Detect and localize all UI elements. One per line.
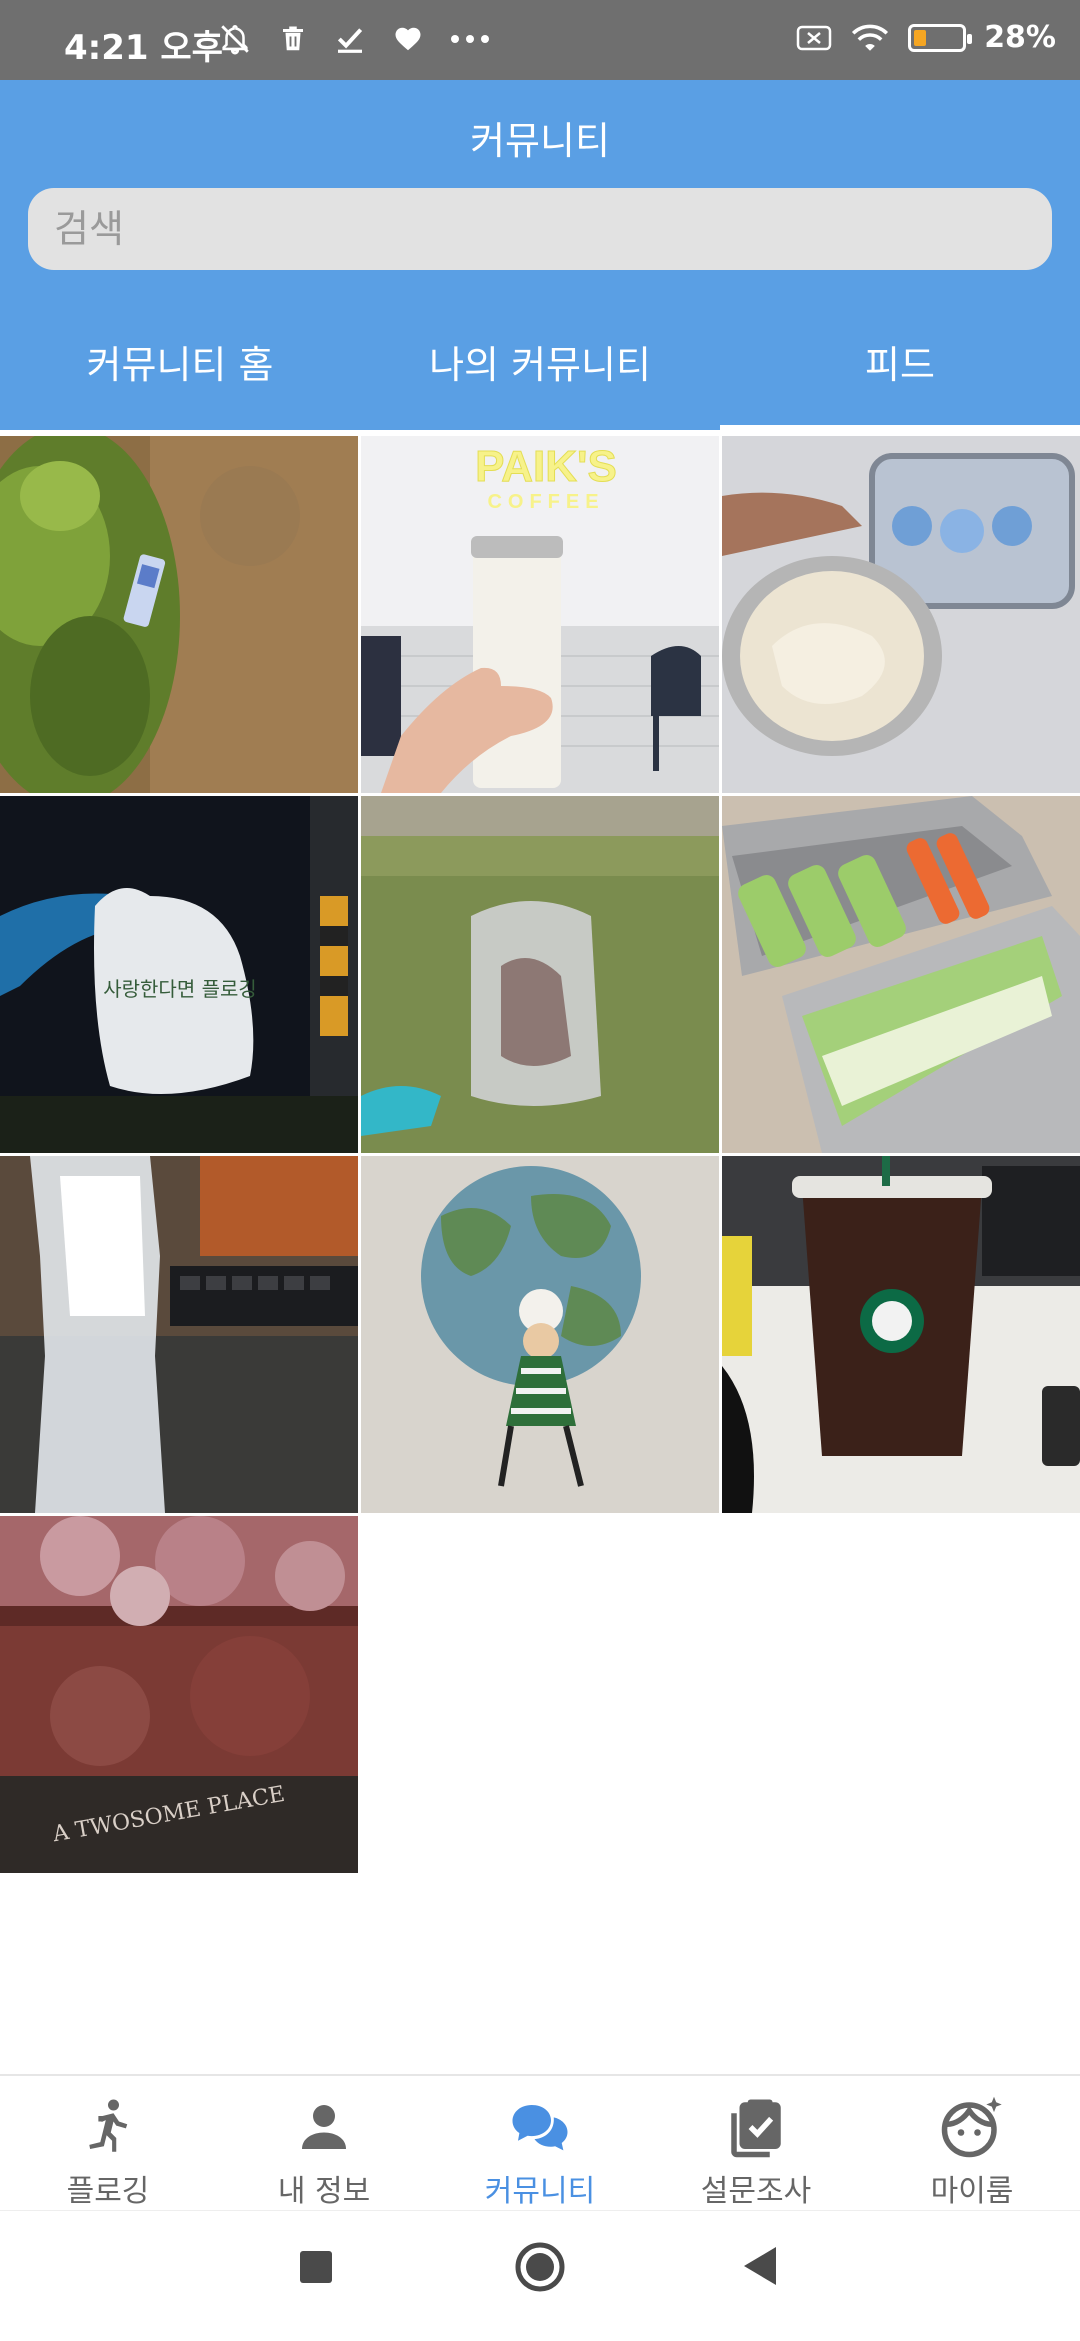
system-navigation-bar (0, 2210, 1080, 2341)
app-header: 커뮤니티 커뮤니티 홈 나의 커뮤니티 피드 (0, 80, 1080, 430)
nav-item-community[interactable]: 커뮤니티 (432, 2076, 648, 2212)
photo-plogging-bag-night[interactable]: 사랑한다면 플로깅 (0, 796, 358, 1153)
page-title: 커뮤니티 (470, 119, 610, 163)
person-icon (302, 2105, 346, 2149)
search-input[interactable] (28, 188, 1052, 270)
status-time: 4:21 오후 (64, 28, 223, 68)
check-icon (337, 28, 363, 53)
running-icon (89, 2099, 128, 2152)
nav-item-survey[interactable]: 설문조사 (648, 2076, 864, 2212)
nav-label-my-info: 내 정보 (277, 2174, 371, 2209)
sim-x-icon (796, 25, 832, 50)
feed-photo-grid: PAIK'S COFFEE 사랑한다면 플로깅 A TWOSOME PLACE (0, 436, 1080, 1873)
battery-percent: 28% (984, 20, 1056, 55)
photo-plastic-bottle-desk[interactable] (0, 1156, 358, 1513)
nav-label-community: 커뮤니티 (484, 2174, 596, 2209)
status-notification-icons (218, 22, 490, 56)
nav-item-plogging[interactable]: 플로깅 (0, 2076, 216, 2212)
notifications-off-icon (221, 25, 249, 55)
heart-icon (395, 27, 421, 51)
battery-icon (908, 23, 973, 52)
nav-item-my-info[interactable]: 내 정보 (216, 2076, 432, 2212)
nav-label-survey: 설문조사 (700, 2174, 812, 2209)
photo-ice-cream-container[interactable] (722, 436, 1080, 793)
community-tabs: 커뮤니티 홈 나의 커뮤니티 피드 (0, 320, 1080, 430)
status-bar: 4:21 오후 28% (0, 0, 1080, 80)
tab-community-home[interactable]: 커뮤니티 홈 (0, 320, 360, 430)
plogging-bag-text: 사랑한다면 플로깅 (103, 977, 257, 1001)
status-system-icons: 28% (796, 20, 1056, 55)
bottom-navigation: 플로깅 내 정보 커뮤니티 설문조사 마이룸 (0, 2074, 1080, 2212)
trash-icon (283, 26, 303, 51)
recents-square-icon[interactable] (298, 2249, 334, 2285)
paiks-sign-subtext: COFFEE (487, 491, 604, 513)
face-sparkle-icon (941, 2096, 1002, 2158)
photo-paper-bag-earth[interactable] (361, 1156, 719, 1513)
more-dots-icon (451, 35, 489, 43)
tab-feed[interactable]: 피드 (720, 320, 1080, 430)
home-circle-icon[interactable] (514, 2241, 566, 2293)
photo-plastic-bag-on-grass[interactable] (361, 796, 719, 1153)
photo-iced-drink-glass[interactable]: A TWOSOME PLACE (0, 1516, 358, 1873)
wifi-icon (852, 24, 889, 51)
nav-label-plogging: 플로깅 (66, 2174, 150, 2209)
photo-vegetables-lunchbox[interactable] (722, 796, 1080, 1153)
photo-paiks-coffee-tumbler[interactable]: PAIK'S COFFEE (361, 436, 719, 793)
chat-bubbles-icon (512, 2105, 568, 2151)
survey-clipboard-icon (731, 2099, 781, 2158)
tab-my-community[interactable]: 나의 커뮤니티 (360, 320, 720, 430)
paiks-sign-text: PAIK'S (475, 442, 617, 491)
nav-item-my-room[interactable]: 마이룸 (864, 2076, 1080, 2212)
photo-trash-on-grass[interactable] (0, 436, 358, 793)
photo-starbucks-cup[interactable] (722, 1156, 1080, 1513)
back-triangle-icon[interactable] (742, 2245, 778, 2287)
nav-label-my-room: 마이룸 (930, 2174, 1014, 2209)
